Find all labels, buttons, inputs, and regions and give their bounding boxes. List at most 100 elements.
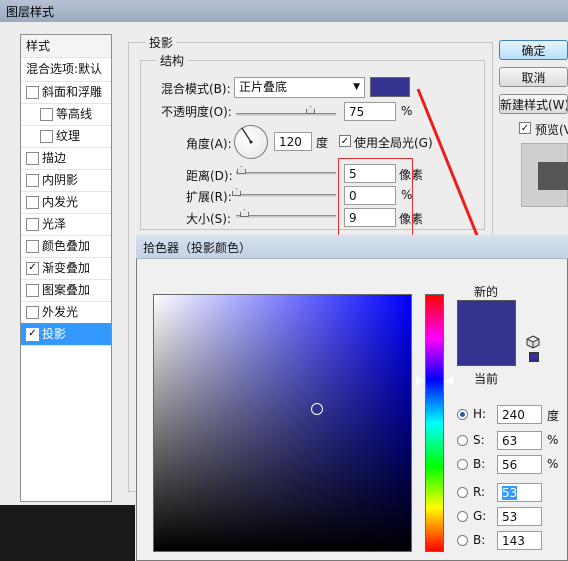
angle-unit: 度 (316, 136, 329, 150)
opacity-slider-track[interactable] (236, 113, 336, 116)
distance-slider-track[interactable] (236, 172, 336, 175)
picker-radio-r[interactable] (457, 487, 468, 498)
hue-slider[interactable] (425, 294, 444, 552)
saturation-brightness-field[interactable] (153, 294, 412, 552)
style-item-checkbox[interactable] (26, 152, 39, 165)
picker-field-label: S: (473, 433, 485, 447)
style-item[interactable]: 描边 (21, 147, 111, 170)
web-safe-swatch[interactable] (529, 352, 539, 362)
angle-input[interactable]: 120 (274, 132, 312, 151)
global-light-checkbox[interactable]: ✓ (339, 135, 351, 147)
style-item-label: 外发光 (42, 305, 79, 319)
style-item-checkbox[interactable] (40, 130, 53, 143)
style-item-checkbox[interactable] (26, 86, 39, 99)
style-list-header[interactable]: 样式 (21, 35, 111, 58)
picker-input-h[interactable]: 240 (497, 405, 542, 424)
picker-field-label: B: (473, 533, 486, 547)
ok-button[interactable]: 确定 (499, 40, 568, 60)
new-color-label: 新的 (474, 285, 499, 299)
style-list: 样式 混合选项:默认 斜面和浮雕 等高线 纹理 描边 内阴影 内发光 光泽 颜色叠加 ✓ 渐变叠加… (20, 34, 112, 502)
style-list-blend-options[interactable]: 混合选项:默认 (21, 57, 111, 82)
picker-input-r[interactable]: 53 (497, 483, 542, 502)
distance-label: 距离(D): (186, 169, 233, 183)
style-item[interactable]: 外发光 (21, 301, 111, 324)
style-item-label: 投影 (42, 327, 67, 341)
picker-radio-h[interactable] (457, 409, 468, 420)
style-item[interactable]: 斜面和浮雕 (21, 81, 111, 104)
style-item[interactable]: 内发光 (21, 191, 111, 214)
style-item-checkbox[interactable] (26, 284, 39, 297)
opacity-input[interactable]: 75 (344, 102, 396, 121)
style-item-checkbox[interactable] (26, 218, 39, 231)
angle-dial[interactable] (234, 125, 268, 159)
style-item-label: 斜面和浮雕 (42, 85, 103, 99)
picker-field-unit: 度 (547, 409, 560, 423)
hue-slider-left-marker[interactable] (416, 376, 423, 386)
angle-dial-needle (241, 127, 253, 144)
style-item-checkbox[interactable]: ✓ (26, 328, 39, 341)
style-item[interactable]: ✓ 投影 (21, 323, 111, 346)
style-item[interactable]: 内阴影 (21, 169, 111, 192)
style-item-label: 内阴影 (42, 173, 79, 187)
picker-field-label: G: (473, 509, 487, 523)
style-item-checkbox[interactable] (26, 174, 39, 187)
picker-field-unit: % (547, 433, 559, 447)
style-item[interactable]: 等高线 (21, 103, 111, 126)
picker-radio-bv[interactable] (457, 459, 468, 470)
picker-radio-g[interactable] (457, 511, 468, 522)
style-item-checkbox[interactable] (26, 240, 39, 253)
style-item-checkbox[interactable] (26, 306, 39, 319)
opacity-label: 不透明度(O): (161, 105, 232, 119)
chevron-down-icon: ▼ (353, 82, 360, 92)
style-item-checkbox[interactable] (40, 108, 53, 121)
window-titlebar: 图层样式 (0, 0, 568, 22)
style-item-label: 颜色叠加 (42, 239, 91, 253)
style-item[interactable]: ✓ 渐变叠加 (21, 257, 111, 280)
current-color-label: 当前 (474, 372, 499, 386)
style-item-label: 纹理 (56, 129, 81, 143)
picker-radio-s[interactable] (457, 435, 468, 446)
spread-slider-track[interactable] (236, 194, 336, 197)
color-picker-titlebar: 拾色器（投影颜色） (136, 235, 568, 259)
gamut-cube-icon[interactable] (526, 335, 540, 349)
shadow-color-swatch[interactable] (370, 77, 410, 97)
style-item-checkbox[interactable]: ✓ (26, 262, 39, 275)
window-title: 图层样式 (6, 5, 55, 19)
style-item-label: 等高线 (56, 107, 93, 121)
blend-mode-label: 混合模式(B): (161, 82, 231, 96)
style-item[interactable]: 光泽 (21, 213, 111, 236)
style-item[interactable]: 图案叠加 (21, 279, 111, 302)
structure-group-title: 结构 (157, 52, 188, 69)
style-item[interactable]: 颜色叠加 (21, 235, 111, 258)
picker-input-g[interactable]: 53 (497, 507, 542, 526)
annotation-box (338, 158, 413, 238)
picker-field-label: H: (473, 407, 487, 421)
preview-label: 预览(V) (535, 123, 568, 137)
picker-input-b[interactable]: 143 (497, 531, 542, 550)
angle-label: 角度(A): (186, 137, 232, 151)
blend-mode-select[interactable]: 正片叠底 ▼ (234, 77, 365, 98)
color-picker-title: 拾色器（投影颜色） (143, 241, 252, 255)
style-item-checkbox[interactable] (26, 196, 39, 209)
new-color-swatch (457, 300, 516, 366)
blend-mode-value: 正片叠底 (239, 80, 288, 94)
style-item-label: 描边 (42, 151, 67, 165)
size-slider-track[interactable] (236, 215, 336, 218)
picker-field-label: R: (473, 485, 486, 499)
picker-field-unit: % (547, 457, 559, 471)
style-item-label: 渐变叠加 (42, 261, 91, 275)
preview-checkbox[interactable]: ✓ (519, 122, 531, 134)
size-label: 大小(S): (186, 212, 232, 226)
color-field-cursor[interactable] (311, 403, 323, 415)
background-desktop (0, 505, 135, 561)
picker-input-s[interactable]: 63 (497, 431, 542, 450)
style-item[interactable]: 纹理 (21, 125, 111, 148)
style-item-label: 内发光 (42, 195, 79, 209)
picker-input-bv[interactable]: 56 (497, 455, 542, 474)
style-item-label: 光泽 (42, 217, 67, 231)
shadow-group-title: 投影 (146, 34, 177, 51)
spread-label: 扩展(R): (186, 190, 232, 204)
picker-radio-b[interactable] (457, 535, 468, 546)
preview-area (521, 143, 568, 207)
hue-slider-right-marker[interactable] (446, 376, 453, 386)
